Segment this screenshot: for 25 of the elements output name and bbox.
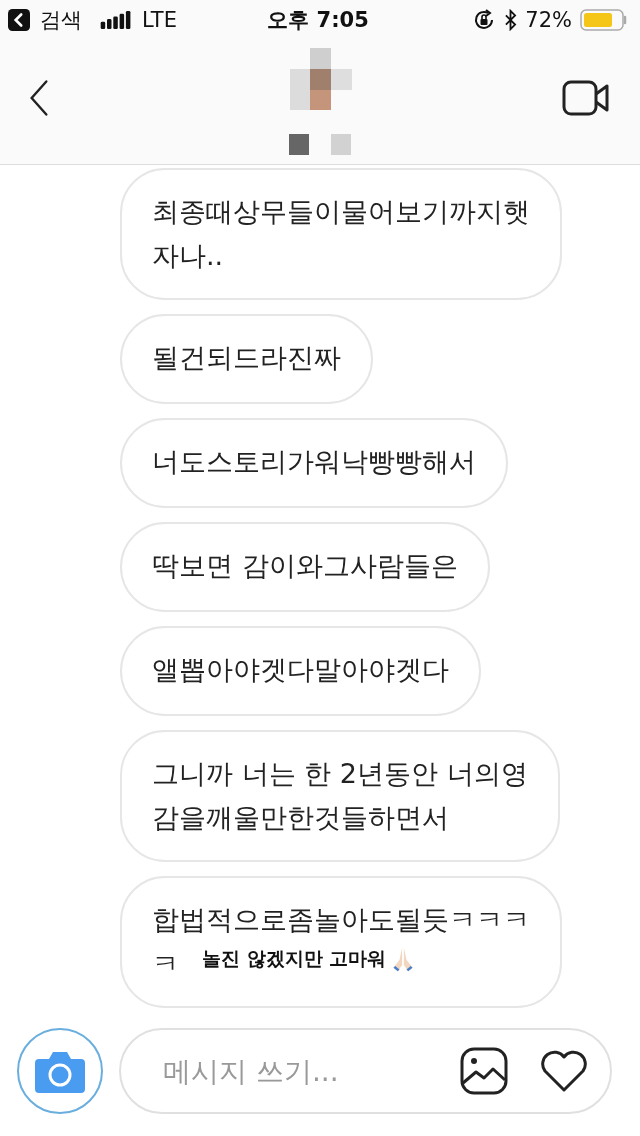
- camera-icon: [35, 1049, 85, 1093]
- battery-icon: [580, 9, 628, 31]
- video-camera-icon[interactable]: [562, 80, 610, 116]
- message-line: 최종때상무들이물어보기까지햇: [152, 195, 530, 229]
- message-line: 감을깨울만한것들하면서: [152, 801, 449, 835]
- message-line: 자나..: [152, 239, 224, 273]
- battery-percent: 72%: [525, 8, 572, 32]
- message-line: 될건되드라진짜: [152, 341, 341, 375]
- message-line: 합법적으로좀놀아도될듯ㅋㅋㅋ: [152, 903, 530, 937]
- back-icon[interactable]: [28, 79, 50, 117]
- network-label: LTE: [142, 8, 177, 32]
- message-input[interactable]: 메시지 쓰기...: [161, 1053, 428, 1089]
- signal-icon: [100, 11, 132, 29]
- clock: 오후 7:05: [267, 7, 369, 34]
- message-line: 앨뽑아야겟다말아야겟다: [152, 653, 449, 687]
- bluetooth-icon: [504, 9, 518, 31]
- message-line: ㅋ: [152, 947, 179, 981]
- back-app-label[interactable]: 검색: [40, 6, 82, 34]
- message-line: 너도스토리가워낙빵빵해서: [152, 445, 476, 479]
- blurred-name-drawing: [289, 134, 353, 156]
- overlay-caption: 놀진 않겠지만 고마워: [202, 946, 387, 971]
- message-line: 딱보면 감이와그사람들은: [152, 549, 458, 583]
- heart-icon[interactable]: [540, 1050, 588, 1092]
- gallery-icon[interactable]: [460, 1047, 508, 1095]
- message-line: 그니까 너는 한 2년동안 너의영: [152, 757, 528, 791]
